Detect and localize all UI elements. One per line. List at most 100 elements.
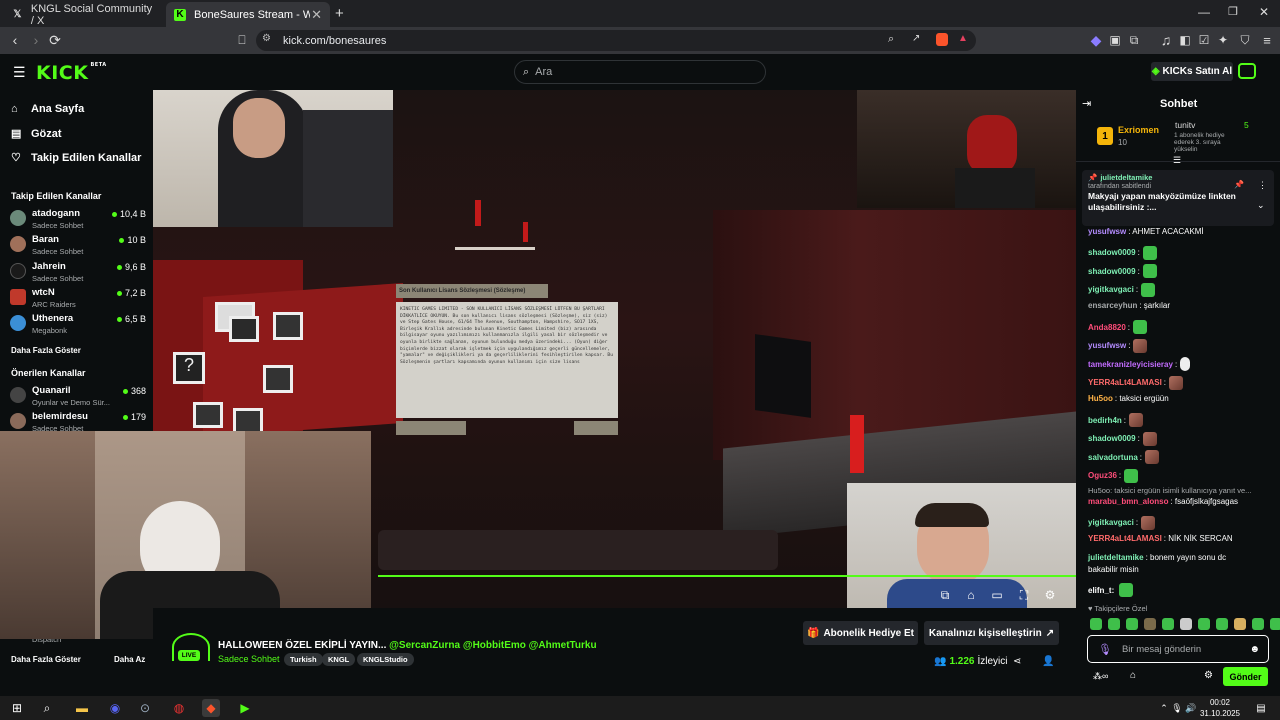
collapse-chat-icon[interactable]: ⇥ bbox=[1082, 97, 1091, 110]
stream-category[interactable]: Sadece Sohbet bbox=[218, 654, 280, 664]
discord-icon[interactable]: ◉ bbox=[106, 699, 124, 717]
emote-icon[interactable] bbox=[1234, 618, 1246, 630]
new-tab-button[interactable]: + bbox=[335, 5, 344, 22]
chat-username[interactable]: YERR4aLt4LAMASI bbox=[1088, 378, 1162, 387]
chat-username[interactable]: bedirh4n bbox=[1088, 416, 1122, 425]
brave-rewards-icon[interactable]: ▲ bbox=[958, 33, 968, 44]
forward-icon[interactable]: › bbox=[26, 30, 46, 50]
chat-settings-icon[interactable]: ⚙ bbox=[1204, 670, 1213, 681]
obs-icon[interactable]: ◍ bbox=[170, 699, 188, 717]
kick-app-icon[interactable]: ▶ bbox=[236, 699, 254, 717]
hamburger-icon[interactable]: ☰ bbox=[13, 64, 26, 81]
tag-pill[interactable]: KNGLStudio bbox=[357, 653, 414, 666]
vpn-icon[interactable]: ⛉ bbox=[1235, 30, 1255, 50]
wallet-icon[interactable]: ▣ bbox=[1105, 30, 1125, 50]
chat-username[interactable]: Hu5oo bbox=[1088, 394, 1113, 403]
kick-logo[interactable]: KICK BETA bbox=[36, 62, 107, 84]
brave-browser-icon[interactable]: ◆ bbox=[202, 699, 220, 717]
show-less-button[interactable]: Daha Az bbox=[114, 655, 145, 664]
chat-username[interactable]: yigitkavgaci bbox=[1088, 285, 1134, 294]
share-icon[interactable]: ↗ bbox=[912, 33, 920, 44]
search-input[interactable]: ⌕ Ara bbox=[514, 60, 766, 84]
chevron-down-icon[interactable]: ⌄ bbox=[1257, 200, 1265, 211]
zoom-icon[interactable]: ⌕ bbox=[888, 33, 894, 46]
chat-username[interactable]: elifn_t: bbox=[1088, 586, 1114, 595]
more-options-icon[interactable]: ⋮ bbox=[1258, 180, 1267, 191]
stream-mentions[interactable]: @SercanZurna @HobbitEmo @AhmetTurku bbox=[389, 640, 596, 651]
bookmark-icon[interactable]: ⎕ bbox=[232, 30, 252, 50]
notification-icon[interactable]: ▤ bbox=[1252, 699, 1270, 717]
chat-username[interactable]: Oguz36 bbox=[1088, 471, 1117, 480]
chat-username[interactable]: shadow0009 bbox=[1088, 248, 1136, 257]
emote-quickbar[interactable] bbox=[1090, 618, 1280, 630]
nav-following[interactable]: ♡ Takip Edilen Kanallar bbox=[11, 151, 141, 165]
search-icon[interactable]: ⌕ bbox=[38, 699, 56, 717]
address-bar[interactable]: ⚙ kick.com/bonesaures ⌕ ↗ ▲ bbox=[256, 30, 976, 51]
miniplayer-icon[interactable]: ⧉ bbox=[938, 588, 952, 602]
chat-username[interactable]: salvadortuna bbox=[1088, 453, 1138, 462]
reader-icon[interactable]: ☑ bbox=[1194, 30, 1214, 50]
chat-username[interactable]: ensarceyhun bbox=[1088, 301, 1137, 310]
show-more-button[interactable]: Daha Fazla Göster bbox=[11, 655, 81, 664]
followed-channel[interactable]: atadogann Sadece Sohbet 10,4 B bbox=[10, 208, 146, 232]
nav-browse[interactable]: ▤ Gözat bbox=[11, 127, 62, 141]
followed-channel[interactable]: Baran Sadece Sohbet 10 B bbox=[10, 234, 146, 258]
settings-gear-icon[interactable]: ⚙ bbox=[1043, 588, 1057, 602]
steam-icon[interactable]: ⊙ bbox=[136, 699, 154, 717]
site-settings-icon[interactable]: ⚙ bbox=[262, 33, 271, 44]
chat-username[interactable]: yigitkavgaci bbox=[1088, 518, 1134, 527]
show-more-button[interactable]: Daha Fazla Göster bbox=[11, 346, 81, 355]
microphone-icon[interactable]: 🎙 bbox=[1098, 643, 1112, 656]
tag-pill[interactable]: Turkish bbox=[284, 653, 323, 666]
emote-icon[interactable] bbox=[1180, 618, 1192, 630]
clip-icon[interactable]: ⌂ bbox=[964, 588, 978, 602]
emote-icon[interactable] bbox=[1198, 618, 1210, 630]
tag-pill[interactable]: KNGL bbox=[322, 653, 356, 666]
emote-icon[interactable] bbox=[1252, 618, 1264, 630]
followed-channel[interactable]: Uthenera Megabonk 6,5 B bbox=[10, 313, 146, 337]
close-tab-icon[interactable]: ✕ bbox=[311, 7, 322, 23]
user-avatar[interactable] bbox=[1238, 63, 1256, 79]
second-gifter-name[interactable]: tunitv bbox=[1175, 120, 1195, 130]
windows-start-icon[interactable]: ⊞ bbox=[8, 699, 26, 717]
kicks-icon[interactable]: ⁂∞ bbox=[1093, 671, 1108, 682]
chat-username[interactable]: yusufwsw bbox=[1088, 341, 1126, 350]
pinned-message[interactable]: 📌 julietdeltamike tarafından sabitlendi M… bbox=[1082, 170, 1274, 226]
share-icon[interactable]: ⋖ bbox=[1013, 656, 1021, 667]
theater-mode-icon[interactable]: ▭ bbox=[990, 588, 1004, 602]
chat-username[interactable]: marabu_bmn_alonso bbox=[1088, 497, 1168, 506]
store-icon[interactable]: ⌂ bbox=[1130, 670, 1136, 681]
media-icon[interactable]: ♫ bbox=[1156, 30, 1176, 50]
maximize-button[interactable]: ❐ bbox=[1228, 5, 1238, 18]
emote-icon[interactable] bbox=[1108, 618, 1120, 630]
chat-username[interactable]: yusufwsw bbox=[1088, 227, 1126, 236]
gift-subscription-button[interactable]: 🎁 Abonelik Hediye Et bbox=[803, 621, 918, 645]
chat-username[interactable]: tamekranizleyicisieray bbox=[1088, 360, 1173, 369]
top-gifter-name[interactable]: Exriomen bbox=[1118, 125, 1159, 135]
extension-icon[interactable]: ◆ bbox=[1086, 30, 1106, 50]
clock[interactable]: 00:02 31.10.2025 bbox=[1196, 697, 1244, 719]
menu-icon[interactable]: ≡ bbox=[1257, 30, 1277, 50]
chat-username[interactable]: shadow0009 bbox=[1088, 434, 1136, 443]
emote-icon[interactable] bbox=[1144, 618, 1156, 630]
followed-channel[interactable]: wtcN ARC Raiders 7,2 B bbox=[10, 287, 146, 311]
customize-channel-button[interactable]: Kanalınızı kişiselleştirin ↗ bbox=[924, 621, 1059, 645]
minimize-button[interactable]: — bbox=[1198, 5, 1210, 19]
chat-username[interactable]: YERR4aLt4LAMASI bbox=[1088, 534, 1162, 543]
brave-shield-icon[interactable] bbox=[936, 33, 948, 46]
emote-icon[interactable] bbox=[1090, 618, 1102, 630]
profile-icon[interactable]: 👤 bbox=[1042, 656, 1054, 667]
file-explorer-icon[interactable]: ▬ bbox=[73, 699, 91, 717]
buy-kicks-button[interactable]: ◈ KICKs Satın Al bbox=[1151, 62, 1233, 81]
back-icon[interactable]: ‹ bbox=[5, 30, 25, 50]
emote-icon[interactable] bbox=[1216, 618, 1228, 630]
reload-icon[interactable]: ⟳ bbox=[45, 30, 65, 50]
tab-x[interactable]: 𝕏 KNGL Social Community / X bbox=[4, 2, 164, 27]
screenshot-icon[interactable]: ⧉ bbox=[1124, 30, 1144, 50]
emoji-picker-icon[interactable]: ☻ bbox=[1249, 644, 1260, 655]
chat-input[interactable]: 🎙 Bir mesaj gönderin ☻ bbox=[1087, 635, 1269, 663]
sidebar-icon[interactable]: ◧ bbox=[1175, 30, 1195, 50]
tab-kick[interactable]: K BoneSaures Stream - Watch Live ✕ bbox=[166, 2, 330, 27]
chat-username[interactable]: shadow0009 bbox=[1088, 267, 1136, 276]
nav-home[interactable]: ⌂ Ana Sayfa bbox=[11, 103, 84, 115]
